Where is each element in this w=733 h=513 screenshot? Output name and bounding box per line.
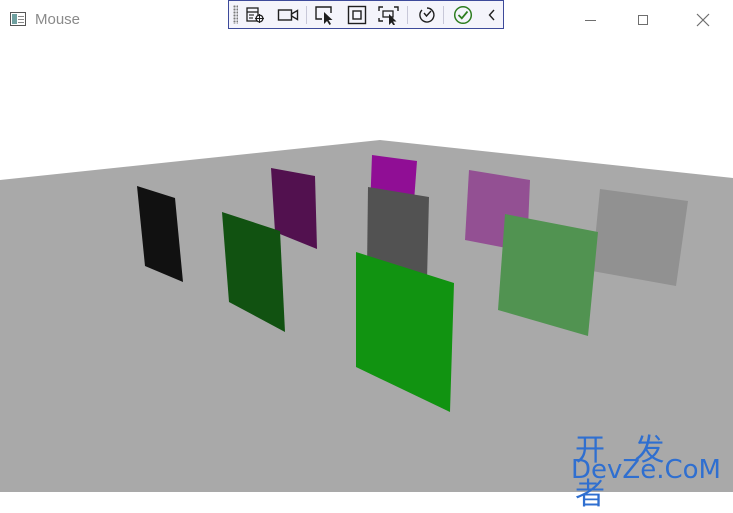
collapse-toolbar-button[interactable] [480,4,504,26]
minimize-icon [584,19,596,21]
hot-reload-icon [419,7,435,23]
panel-gray [592,189,688,286]
hot-reload-ok-icon [453,5,473,25]
live-visual-tree-icon [246,7,264,23]
close-icon [696,13,710,27]
toolbar-separator [306,6,307,24]
select-element-button[interactable] [313,4,337,26]
select-element-icon [315,6,333,25]
hot-reload-status-button[interactable] [451,4,475,26]
display-layout-adorners-icon [347,5,367,25]
app-window: Mouse 开 发 者 DevZe.CoM [0,0,733,512]
watermark: 开 发 者 DevZe.CoM [571,425,725,512]
toolbar-separator [407,6,408,24]
hot-reload-button[interactable] [415,4,439,26]
toolbar-separator [443,6,444,24]
app-window-icon [10,12,26,26]
track-focus-icon [378,6,399,25]
live-visual-tree-button[interactable] [243,4,267,26]
collapse-chevron-icon [488,9,495,21]
track-focus-button[interactable] [377,4,401,26]
display-layout-adorners-button[interactable] [345,4,369,26]
record-camera-button[interactable] [276,4,300,26]
watermark-en: DevZe.CoM [571,455,721,485]
close-button[interactable] [680,0,726,40]
maximize-button[interactable] [620,0,666,40]
window-title: Mouse [35,11,81,28]
xaml-debug-toolbar [228,0,504,29]
toolbar-grip[interactable] [233,5,238,24]
minimize-button[interactable] [567,0,613,40]
maximize-icon [638,15,648,25]
record-camera-icon [277,9,299,21]
